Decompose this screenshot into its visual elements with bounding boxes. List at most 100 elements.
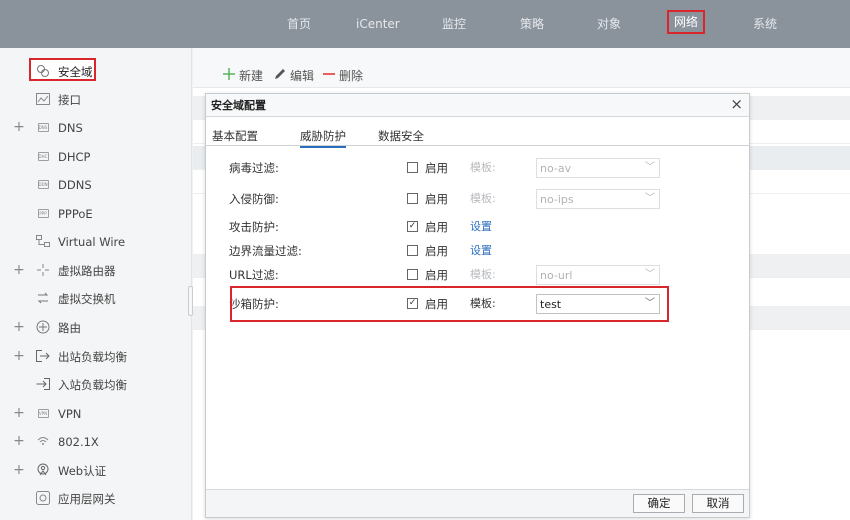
sidebar-item-vpn[interactable]: + VPN VPN	[0, 400, 192, 428]
field-label: URL过滤:	[229, 268, 279, 282]
sidebar-item-interface[interactable]: 接口	[0, 86, 192, 114]
dns-icon: DNS	[37, 122, 49, 132]
virtual-router-icon	[36, 263, 50, 277]
sandbox-row-highlight	[230, 286, 669, 322]
field-label: 攻击防护:	[229, 220, 279, 234]
new-button[interactable]: 新建	[223, 68, 263, 83]
sidebar-item-label: Web认证	[58, 464, 107, 478]
nav-item-home[interactable]: 首页	[287, 17, 311, 31]
close-icon[interactable]: ×	[730, 96, 743, 113]
pppoe-icon: PPP	[37, 208, 49, 218]
sidebar-item-route[interactable]: + 路由	[0, 314, 192, 342]
chevron-down-icon: ﹀	[645, 162, 655, 173]
edit-button[interactable]: 编辑	[274, 68, 314, 83]
nav-item-system[interactable]: 系统	[753, 17, 777, 31]
sidebar-item-outbound-lb[interactable]: + 出站负载均衡	[0, 343, 192, 371]
nav-item-icenter[interactable]: iCenter	[356, 17, 400, 31]
sidebar-item-label: 路由	[58, 321, 81, 335]
toolbar: 新建 编辑 删除	[193, 48, 850, 88]
sidebar-item-label: 接口	[58, 93, 81, 107]
sidebar-item-label: 入站负载均衡	[58, 378, 127, 392]
sidebar-item-label: VPN	[58, 407, 82, 421]
dialog-footer: 确定 取消	[206, 489, 749, 517]
sidebar-item-virtual-switch[interactable]: 虚拟交换机	[0, 285, 192, 313]
expand-icon[interactable]: +	[13, 320, 25, 334]
outbound-lb-icon	[36, 349, 50, 363]
sidebar-item-label: 出站负载均衡	[58, 350, 127, 364]
nav-item-network[interactable]: 网络	[667, 10, 706, 34]
virtual-wire-icon	[36, 234, 50, 248]
top-nav: 首页 iCenter 监控 策略 对象 网络 系统	[0, 0, 850, 48]
enable-checkbox[interactable]	[407, 269, 418, 280]
minus-icon	[323, 68, 335, 83]
sidebar: 安全域 接口 + DNS DNS DHC DHCP DDN DDNS PPP P…	[0, 48, 192, 520]
field-label: 入侵防御:	[229, 192, 279, 206]
template-select[interactable]: no-av ﹀	[536, 158, 660, 178]
row-intrusion-prevention: 入侵防御: 启用 模板: no-ips ﹀	[206, 187, 749, 211]
enable-checkbox[interactable]	[407, 193, 418, 204]
sidebar-item-inbound-lb[interactable]: 入站负载均衡	[0, 371, 192, 399]
alg-icon	[36, 491, 50, 505]
tab-threat-protection[interactable]: 威胁防护	[300, 129, 346, 148]
sidebar-item-dhcp[interactable]: DHC DHCP	[0, 143, 192, 171]
dialog-title: 安全域配置	[211, 99, 266, 112]
sidebar-item-security-zone[interactable]: 安全域	[0, 58, 192, 86]
interface-icon	[36, 92, 50, 106]
ddns-icon: DDN	[37, 179, 49, 189]
sidebar-item-label: Virtual Wire	[58, 235, 126, 249]
sidebar-item-pppoe[interactable]: PPP PPPoE	[0, 200, 192, 228]
sidebar-item-web-auth[interactable]: + Web认证	[0, 457, 192, 485]
expand-icon[interactable]: +	[13, 120, 25, 134]
enable-label: 启用	[425, 161, 448, 175]
template-label: 模板:	[470, 161, 496, 174]
virtual-switch-icon	[36, 291, 50, 305]
sidebar-item-alg[interactable]: 应用层网关	[0, 485, 192, 513]
sidebar-item-ddns[interactable]: DDN DDNS	[0, 171, 192, 199]
plus-icon	[223, 68, 235, 83]
ok-button[interactable]: 确定	[633, 494, 685, 513]
sidebar-item-virtual-router[interactable]: + 虚拟路由器	[0, 257, 192, 285]
delete-button[interactable]: 删除	[323, 68, 363, 83]
settings-link[interactable]: 设置	[470, 220, 492, 234]
inbound-lb-icon	[36, 377, 50, 391]
template-select[interactable]: no-ips ﹀	[536, 189, 660, 209]
template-label: 模板:	[470, 268, 496, 281]
expand-icon[interactable]: +	[13, 434, 25, 448]
sidebar-item-virtual-wire[interactable]: Virtual Wire	[0, 228, 192, 256]
nav-item-object[interactable]: 对象	[597, 17, 621, 31]
nav-item-policy[interactable]: 策略	[520, 17, 544, 31]
sidebar-item-label: 安全域	[58, 65, 93, 79]
sidebar-item-label: DHCP	[58, 150, 91, 164]
web-auth-icon	[36, 463, 50, 477]
tab-data-security[interactable]: 数据安全	[378, 129, 424, 143]
expand-icon[interactable]: +	[13, 463, 25, 477]
dhcp-icon: DHC	[37, 151, 49, 161]
cancel-button[interactable]: 取消	[692, 494, 744, 513]
expand-icon[interactable]: +	[13, 349, 25, 363]
template-select[interactable]: no-url ﹀	[536, 265, 660, 285]
enable-label: 启用	[425, 268, 448, 282]
dialog-tabs: 基本配置 威胁防护 数据安全	[206, 124, 749, 148]
sidebar-item-label: 802.1X	[58, 435, 99, 449]
enable-checkbox[interactable]	[407, 162, 418, 173]
chevron-down-icon: ﹀	[645, 193, 655, 204]
enable-label: 启用	[425, 244, 448, 258]
enable-checkbox-checked[interactable]: ✓	[407, 221, 418, 232]
route-icon	[36, 320, 50, 334]
field-label: 边界流量过滤:	[229, 244, 302, 258]
security-zone-icon	[36, 64, 50, 78]
vpn-icon: VPN	[37, 408, 49, 418]
pencil-icon	[274, 68, 286, 83]
sidebar-item-label: DNS	[58, 121, 83, 135]
enable-checkbox[interactable]	[407, 245, 418, 256]
sidebar-item-label: PPPoE	[58, 207, 93, 221]
tab-basic-config[interactable]: 基本配置	[212, 129, 258, 143]
enable-label: 启用	[425, 220, 448, 234]
expand-icon[interactable]: +	[13, 406, 25, 420]
settings-link[interactable]: 设置	[470, 244, 492, 258]
field-label: 病毒过滤:	[229, 161, 279, 175]
sidebar-item-dns[interactable]: + DNS DNS	[0, 114, 192, 142]
nav-item-monitor[interactable]: 监控	[442, 17, 466, 31]
expand-icon[interactable]: +	[13, 263, 25, 277]
sidebar-item-8021x[interactable]: + 802.1X	[0, 428, 192, 456]
